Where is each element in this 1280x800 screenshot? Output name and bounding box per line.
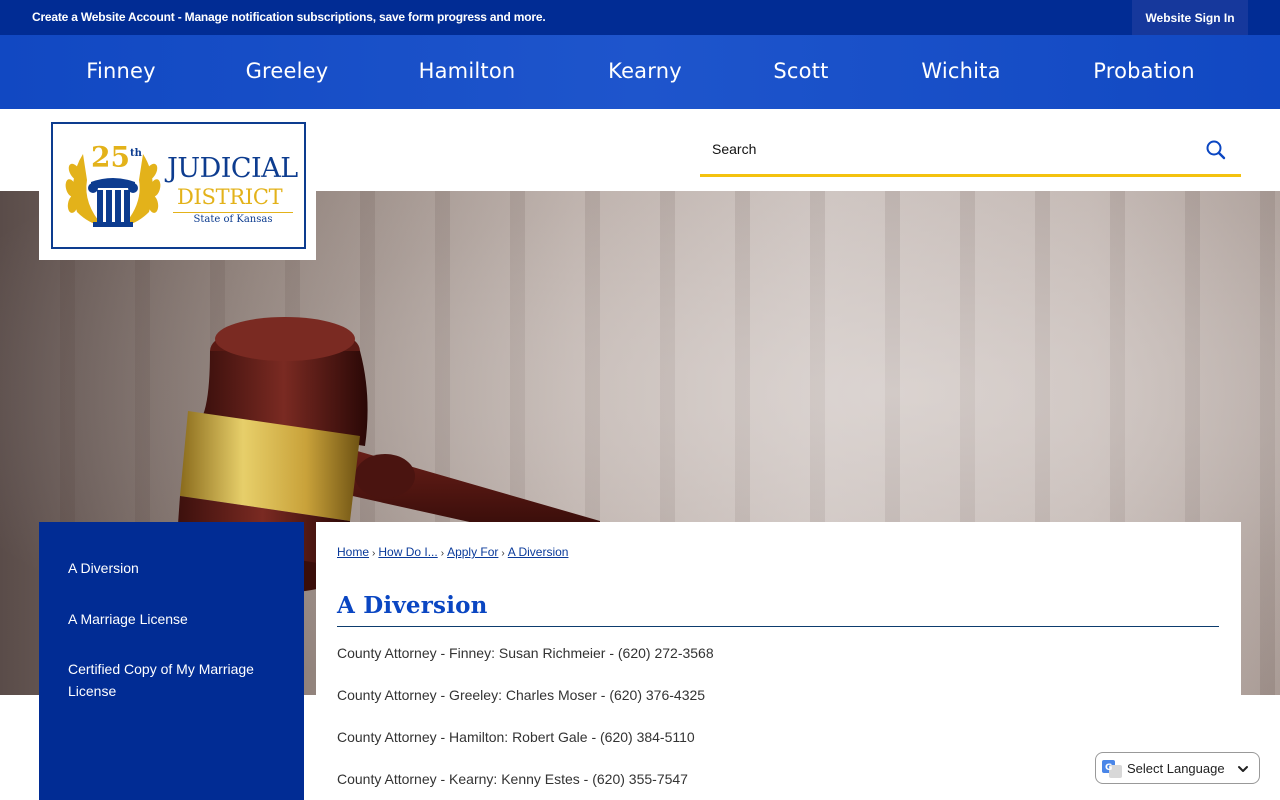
- language-select-label: Select Language: [1127, 761, 1225, 776]
- attorney-kearny: County Attorney - Kearny: Kenny Estes - …: [337, 771, 688, 787]
- page-title: A Diversion: [337, 592, 488, 619]
- google-translate-icon: G: [1102, 760, 1122, 778]
- attorney-finney: County Attorney - Finney: Susan Richmeie…: [337, 645, 714, 661]
- side-navigation: A Diversion A Marriage License Certified…: [39, 522, 304, 800]
- site-search: [700, 123, 1241, 177]
- breadcrumb-separator: ›: [440, 548, 445, 559]
- breadcrumb-home[interactable]: Home: [337, 545, 369, 559]
- nav-item-wichita[interactable]: Wichita: [921, 35, 1000, 109]
- nav-item-kearny[interactable]: Kearny: [608, 35, 682, 109]
- create-account-link[interactable]: Create a Website Account: [32, 10, 175, 24]
- search-button[interactable]: [1205, 139, 1227, 161]
- svg-text:G: G: [1105, 763, 1112, 773]
- logo-number: 25th: [91, 140, 142, 174]
- breadcrumb-apply-for[interactable]: Apply For: [447, 545, 498, 559]
- logo-line-district: DISTRICT: [177, 185, 283, 209]
- breadcrumb-separator: ›: [501, 548, 505, 559]
- breadcrumb: Home › How Do I... › Apply For › A Diversion: [337, 545, 568, 559]
- top-utility-bar: Create a Website Account - Manage notifi…: [0, 0, 1280, 35]
- account-description: - Manage notification subscriptions, sav…: [174, 10, 546, 24]
- search-icon: [1206, 140, 1226, 160]
- side-item-certified-marriage-copy[interactable]: Certified Copy of My Marriage License: [68, 658, 288, 702]
- nav-item-greeley[interactable]: Greeley: [246, 35, 329, 109]
- logo-line-state: State of Kansas: [173, 212, 293, 225]
- logo-line-judicial: JUDICIAL: [167, 153, 298, 184]
- website-sign-in-button[interactable]: Website Sign In: [1132, 0, 1248, 35]
- account-message: Create a Website Account - Manage notifi…: [32, 10, 546, 24]
- side-item-marriage-license[interactable]: A Marriage License: [68, 608, 288, 630]
- search-input[interactable]: [712, 135, 1182, 163]
- attorney-hamilton: County Attorney - Hamilton: Robert Gale …: [337, 729, 695, 745]
- breadcrumb-separator: ›: [372, 548, 376, 559]
- nav-item-scott[interactable]: Scott: [773, 35, 828, 109]
- chevron-down-icon: [1238, 766, 1248, 772]
- main-navigation: Finney Greeley Hamilton Kearny Scott Wic…: [0, 35, 1280, 109]
- title-divider: [337, 626, 1219, 627]
- site-logo[interactable]: 25th JUDICIAL DISTRICT State of Kansas: [39, 109, 316, 260]
- attorney-greeley: County Attorney - Greeley: Charles Moser…: [337, 687, 706, 703]
- nav-item-hamilton[interactable]: Hamilton: [419, 35, 516, 109]
- language-select[interactable]: G Select Language: [1095, 752, 1260, 784]
- side-item-a-diversion[interactable]: A Diversion: [68, 557, 288, 579]
- nav-item-probation[interactable]: Probation: [1093, 35, 1195, 109]
- breadcrumb-a-diversion[interactable]: A Diversion: [508, 545, 569, 559]
- nav-item-finney[interactable]: Finney: [86, 35, 156, 109]
- breadcrumb-how-do-i[interactable]: How Do I...: [378, 545, 437, 559]
- logo-frame: 25th JUDICIAL DISTRICT State of Kansas: [51, 122, 306, 249]
